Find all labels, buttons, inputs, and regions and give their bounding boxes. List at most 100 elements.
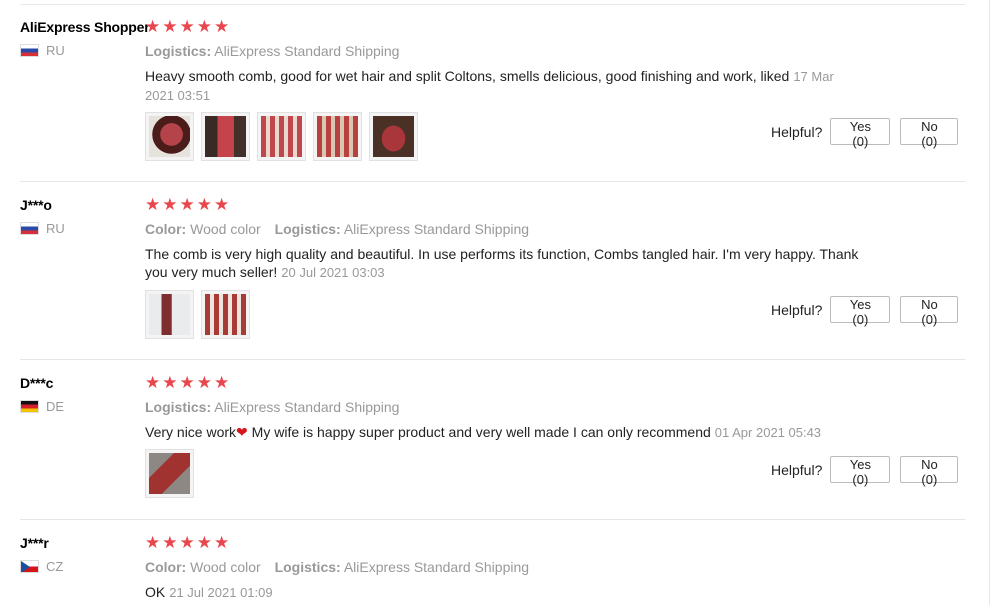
review-divider bbox=[20, 519, 965, 520]
logistics-value: AliExpress Standard Shipping bbox=[343, 221, 530, 237]
review-photo[interactable] bbox=[145, 449, 194, 498]
review-meta: Color: Wood color Logistics: AliExpress … bbox=[145, 221, 529, 237]
star-icon: ★ bbox=[145, 533, 161, 552]
reviewer-country: DE bbox=[20, 399, 64, 414]
russia-flag-icon bbox=[20, 44, 39, 57]
star-rating: ★ ★ ★ ★ ★ bbox=[145, 17, 230, 36]
review-meta: Color: Wood color Logistics: AliExpress … bbox=[145, 559, 529, 575]
color-label: Color: bbox=[145, 559, 187, 575]
logistics-value: AliExpress Standard Shipping bbox=[214, 43, 400, 59]
helpful-yes-button[interactable]: Yes (0) bbox=[830, 118, 891, 149]
review-photo[interactable] bbox=[145, 290, 194, 339]
review-photo[interactable] bbox=[313, 112, 362, 161]
review-date: 20 Jul 2021 03:03 bbox=[281, 265, 385, 280]
review-photo[interactable] bbox=[145, 112, 194, 161]
review-body: Heavy smooth comb, good for wet hair and… bbox=[145, 68, 790, 84]
review-date: 21 Jul 2021 01:09 bbox=[169, 585, 273, 600]
logistics-value: AliExpress Standard Shipping bbox=[343, 559, 530, 575]
reviewer-name: J***o bbox=[20, 197, 52, 213]
color-label: Color: bbox=[145, 221, 187, 237]
logistics-label: Logistics: bbox=[274, 221, 341, 237]
helpful-vote: Helpful? Yes (0) No (0) bbox=[771, 456, 959, 487]
logistics-label: Logistics: bbox=[145, 43, 212, 59]
star-icon: ★ bbox=[162, 17, 178, 36]
review-text: Heavy smooth comb, good for wet hair and… bbox=[145, 67, 865, 105]
review-item: J***r CZ ★ ★ ★ ★ ★ Color: Wood color Logisti… bbox=[0, 533, 965, 605]
review-text: OK 21 Jul 2021 01:09 bbox=[145, 583, 865, 602]
country-code: DE bbox=[46, 399, 65, 414]
country-code: RU bbox=[46, 43, 65, 58]
czech-flag-icon bbox=[20, 560, 39, 573]
review-text: Very nice work❤ My wife is happy super p… bbox=[145, 423, 865, 442]
review-photos bbox=[145, 112, 418, 161]
helpful-vote: Helpful? Yes (0) No (0) bbox=[771, 296, 959, 327]
star-icon: ★ bbox=[162, 373, 178, 392]
country-code: RU bbox=[46, 221, 65, 236]
color-value: Wood color bbox=[190, 221, 261, 237]
review-item: D***c DE ★ ★ ★ ★ ★ Logistics: AliExpress Sta… bbox=[0, 373, 965, 520]
review-body: The comb is very high quality and beauti… bbox=[145, 246, 859, 280]
star-icon: ★ bbox=[179, 195, 195, 214]
top-divider bbox=[20, 4, 965, 5]
review-meta: Logistics: AliExpress Standard Shipping bbox=[145, 399, 399, 415]
reviewer-name: AliExpress Shopper bbox=[20, 19, 150, 35]
review-text: The comb is very high quality and beauti… bbox=[145, 245, 865, 282]
star-rating: ★ ★ ★ ★ ★ bbox=[145, 373, 230, 392]
star-icon: ★ bbox=[179, 17, 195, 36]
reviewer-country: RU bbox=[20, 221, 65, 236]
logistics-label: Logistics: bbox=[145, 399, 212, 415]
review-item: AliExpress Shopper RU ★ ★ ★ ★ ★ Logistics: A… bbox=[0, 17, 965, 182]
review-body: OK bbox=[145, 584, 166, 600]
review-divider bbox=[20, 181, 965, 182]
helpful-no-button[interactable]: No (0) bbox=[900, 118, 959, 149]
star-icon: ★ bbox=[145, 195, 161, 214]
star-icon: ★ bbox=[214, 17, 230, 36]
country-code: CZ bbox=[46, 559, 64, 574]
star-icon: ★ bbox=[196, 533, 212, 552]
star-icon: ★ bbox=[179, 533, 195, 552]
star-icon: ★ bbox=[196, 195, 212, 214]
russia-flag-icon bbox=[20, 222, 39, 235]
helpful-no-button[interactable]: No (0) bbox=[900, 296, 959, 327]
helpful-vote: Helpful? Yes (0) No (0) bbox=[771, 118, 959, 149]
review-body-end: My wife is happy super product and very … bbox=[247, 424, 711, 440]
star-rating: ★ ★ ★ ★ ★ bbox=[145, 195, 230, 214]
helpful-label: Helpful? bbox=[771, 461, 823, 478]
review-divider bbox=[20, 359, 965, 360]
review-photos bbox=[145, 290, 250, 339]
helpful-yes-button[interactable]: Yes (0) bbox=[830, 456, 891, 487]
review-photo[interactable] bbox=[369, 112, 418, 161]
helpful-yes-button[interactable]: Yes (0) bbox=[830, 296, 891, 327]
review-item: J***o RU ★ ★ ★ ★ ★ Color: Wood color Logisti… bbox=[0, 195, 965, 360]
star-icon: ★ bbox=[179, 373, 195, 392]
review-meta: Logistics: AliExpress Standard Shipping bbox=[145, 43, 399, 59]
review-body-start: Very nice work bbox=[145, 424, 237, 440]
reviewer-country: CZ bbox=[20, 559, 63, 574]
reviewer-name: D***c bbox=[20, 375, 54, 391]
star-icon: ★ bbox=[145, 373, 161, 392]
star-icon: ★ bbox=[145, 17, 161, 36]
review-photo[interactable] bbox=[257, 112, 306, 161]
review-date: 01 Apr 2021 05:43 bbox=[714, 425, 822, 440]
star-icon: ★ bbox=[214, 195, 230, 214]
color-value: Wood color bbox=[190, 559, 261, 575]
logistics-value: AliExpress Standard Shipping bbox=[214, 399, 400, 415]
review-photo[interactable] bbox=[201, 112, 250, 161]
star-icon: ★ bbox=[196, 373, 212, 392]
star-icon: ★ bbox=[162, 533, 178, 552]
helpful-no-button[interactable]: No (0) bbox=[900, 456, 959, 487]
heart-icon: ❤ bbox=[236, 424, 248, 440]
helpful-label: Helpful? bbox=[771, 123, 823, 140]
review-photo[interactable] bbox=[201, 290, 250, 339]
star-icon: ★ bbox=[162, 195, 178, 214]
reviewer-country: RU bbox=[20, 43, 65, 58]
star-rating: ★ ★ ★ ★ ★ bbox=[145, 533, 230, 552]
star-icon: ★ bbox=[196, 17, 212, 36]
star-icon: ★ bbox=[214, 533, 230, 552]
star-icon: ★ bbox=[214, 373, 230, 392]
logistics-label: Logistics: bbox=[274, 559, 341, 575]
review-photos bbox=[145, 449, 194, 498]
reviewer-name: J***r bbox=[20, 535, 49, 551]
helpful-label: Helpful? bbox=[771, 301, 823, 318]
germany-flag-icon bbox=[20, 400, 39, 413]
